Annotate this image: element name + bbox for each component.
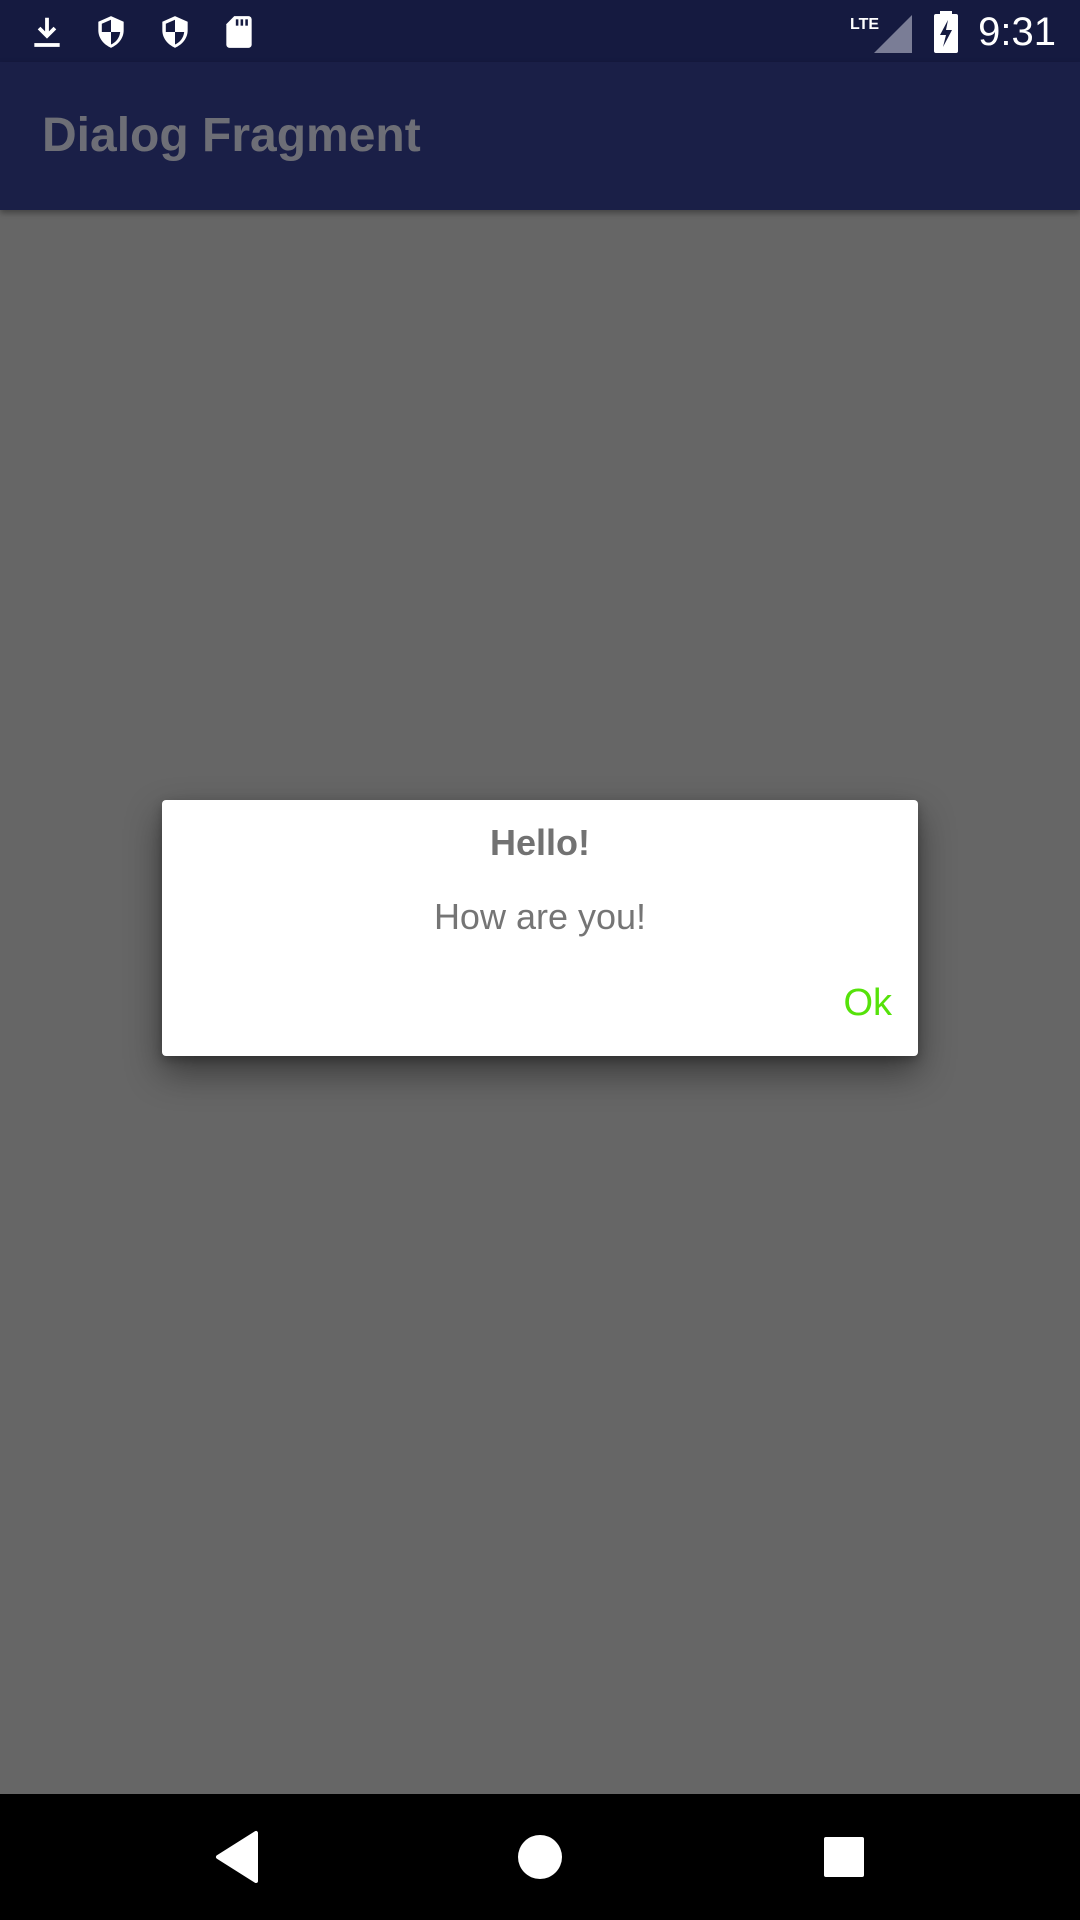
- alert-dialog: Hello! How are you! Ok: [162, 800, 918, 1056]
- status-bar: LTE 9:31: [0, 0, 1080, 62]
- screen: LTE 9:31 Dialog Fragment Hello! How are …: [0, 0, 1080, 1920]
- battery-charging-icon: [934, 11, 959, 53]
- home-button[interactable]: [507, 1824, 573, 1890]
- home-icon: [518, 1835, 562, 1879]
- recents-icon: [824, 1837, 864, 1877]
- navigation-bar: [0, 1794, 1080, 1920]
- app-bar: Dialog Fragment: [0, 62, 1080, 210]
- lte-label: LTE: [850, 16, 879, 33]
- status-left-icons: [28, 10, 258, 54]
- shield-icon: [98, 16, 124, 48]
- status-time: 9:31: [978, 9, 1056, 54]
- dialog-title: Hello!: [489, 822, 590, 863]
- shield-icon: [162, 16, 188, 48]
- sd-card-icon: [226, 16, 252, 48]
- recents-button[interactable]: [811, 1824, 877, 1890]
- download-icon: [34, 17, 60, 47]
- lte-signal-icon: LTE: [850, 15, 913, 53]
- dialog-message: How are you!: [433, 896, 647, 937]
- back-icon: [216, 1831, 258, 1883]
- status-right-icons: LTE 9:31: [846, 6, 1056, 58]
- back-button[interactable]: [204, 1824, 270, 1890]
- ok-button[interactable]: Ok: [843, 982, 892, 1025]
- app-title: Dialog Fragment: [42, 109, 421, 162]
